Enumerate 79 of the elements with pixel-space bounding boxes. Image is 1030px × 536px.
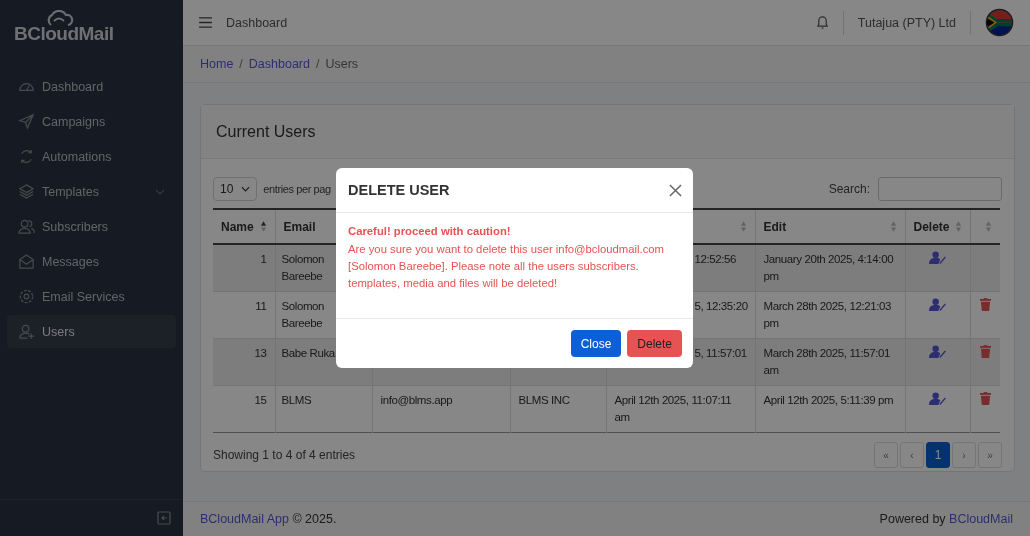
card-title: Current Users [216, 122, 316, 141]
close-icon[interactable] [669, 183, 682, 197]
breadcrumb-item: Users [325, 57, 359, 71]
sidebar-item[interactable]: Email Services [7, 280, 176, 313]
column-header[interactable]: Name [221, 219, 254, 234]
sidebar-item[interactable]: Campaigns [7, 105, 176, 138]
table-cell-text: 12:52:56 [694, 252, 737, 267]
warning-text: Careful! proceed with caution! [348, 225, 512, 237]
user-edit-icon[interactable] [929, 392, 946, 405]
page-button[interactable]: » [978, 442, 1002, 468]
page-button[interactable]: « [874, 442, 898, 468]
bell-icon[interactable] [815, 15, 829, 30]
footer-link[interactable]: BCloudMail [949, 512, 1013, 526]
page-button[interactable]: ‹ [900, 442, 924, 468]
table-cell-text: 5, 12:35:20 [694, 299, 748, 314]
caret-icon [241, 186, 251, 192]
footer-link[interactable]: BCloudMail App [200, 512, 289, 526]
user-edit-icon[interactable] [929, 345, 946, 358]
table-cell: BLMS [281, 394, 312, 406]
sidebar-item[interactable]: Automations [7, 140, 176, 173]
table-cell: BLMS INC [518, 394, 570, 406]
column-header[interactable]: Edit [763, 219, 787, 234]
user-plus-icon [18, 323, 35, 340]
footer-credit: Powered by BCloudMail [879, 512, 1013, 526]
search-label: Search: [828, 182, 870, 196]
table-cell: January 20th 2025, 4:14:00 pm [763, 253, 894, 282]
layers-icon [18, 183, 35, 200]
envelope-icon [18, 253, 35, 270]
table-cell: Babe Ruka [281, 347, 335, 359]
entries-info: Showing 1 to 4 of 4 entries [213, 448, 356, 462]
refresh-icon [18, 148, 35, 165]
table-cell: Solomon Bareebe [281, 253, 325, 282]
table-cell: April 12th 2025, 5:11:39 pm [763, 394, 894, 406]
sidebar-item[interactable]: Templates [7, 175, 176, 208]
table-cell-text: 5, 11:57:01 [694, 346, 747, 361]
entries-select[interactable]: 10 [213, 177, 258, 201]
page-button[interactable]: 1 [926, 442, 950, 468]
table-cell: April 12th 2025, 11:07:11 am [614, 394, 732, 423]
table-cell: 13 [254, 347, 267, 359]
column-header[interactable]: Delete [913, 219, 950, 234]
table-cell: 1 [260, 253, 267, 265]
table-cell: March 28th 2025, 12:21:03 pm [763, 300, 891, 329]
brand-logo[interactable]: BCloudMail [14, 23, 114, 45]
collapse-icon[interactable] [157, 511, 171, 525]
breadcrumb-item[interactable]: Dashboard [248, 57, 310, 71]
flag-icon[interactable] [985, 8, 1014, 37]
trash-icon[interactable] [979, 392, 991, 405]
gear-icon [18, 288, 35, 305]
delete-button[interactable]: Delete [627, 330, 682, 357]
user-edit-icon[interactable] [929, 251, 946, 264]
search-field[interactable] [878, 177, 1002, 201]
page-title[interactable]: Dashboard [226, 15, 288, 30]
entries-label: entries per pag [263, 183, 331, 195]
table-cell: 11 [255, 300, 267, 312]
people-icon [18, 218, 35, 235]
breadcrumb-separator: / [239, 57, 243, 71]
trash-icon[interactable] [979, 298, 991, 311]
footer-copyright: BCloudMail App © 2025. [200, 512, 337, 526]
close-button[interactable]: Close [570, 330, 622, 357]
trash-icon[interactable] [979, 345, 991, 358]
breadcrumb-item[interactable]: Home [200, 57, 234, 71]
sidebar-item[interactable]: Subscribers [7, 210, 176, 243]
sidebar-item[interactable]: Users [7, 315, 176, 348]
dialog-title: DELETE USER [348, 182, 450, 198]
user-edit-icon[interactable] [929, 298, 946, 311]
table-cell: info@blms.app [380, 394, 453, 406]
breadcrumb-separator: / [316, 57, 320, 71]
page-button[interactable]: › [952, 442, 976, 468]
sidebar-item[interactable]: Messages [7, 245, 176, 278]
table-cell: Solomon Bareebe [281, 300, 325, 329]
menu-icon[interactable] [199, 17, 212, 28]
sort-icon[interactable] [259, 220, 267, 233]
table-cell: March 28th 2025, 11:57:01 am [763, 347, 891, 376]
company-name[interactable]: Tutajua (PTY) Ltd [857, 15, 956, 30]
column-header[interactable]: Email [283, 219, 316, 234]
warning-message: Are you sure you want to delete this user info@bcloudmail.com [Solomon Bareebe]. Please note all the users subscribers. templates, media and files will be deleted! [348, 242, 665, 291]
paper-plane-icon [18, 113, 35, 130]
sidebar-item[interactable]: Dashboard [7, 70, 176, 103]
table-cell: 15 [254, 394, 267, 406]
